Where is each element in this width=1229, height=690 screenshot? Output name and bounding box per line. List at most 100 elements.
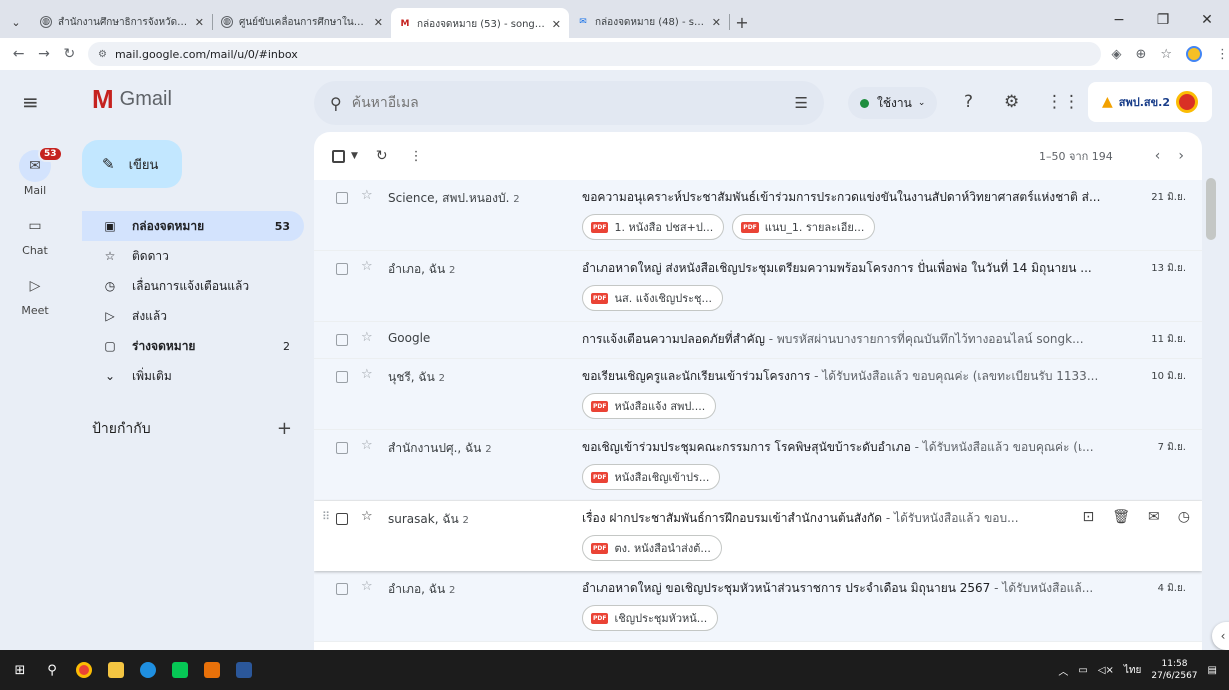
search-input[interactable] bbox=[351, 95, 795, 111]
sidebar-item-snoozed[interactable]: ◷ เลื่อนการแจ้งเตือนแล้ว bbox=[82, 271, 304, 301]
url-field[interactable]: ⚙ mail.google.com/mail/u/0/#inbox bbox=[87, 42, 1102, 66]
windows-start-icon[interactable]: ⊞ bbox=[4, 650, 36, 690]
attachment-chip[interactable]: PDF เชิญประชุมหัวหน้... bbox=[582, 605, 719, 631]
close-window-icon[interactable]: ✕ bbox=[1185, 6, 1229, 34]
row-checkbox[interactable] bbox=[336, 334, 348, 346]
row-checkbox[interactable] bbox=[336, 442, 348, 454]
forward-icon[interactable]: → bbox=[31, 46, 56, 62]
mark-unread-icon[interactable]: ✉ bbox=[1148, 509, 1160, 525]
star-icon[interactable]: ☆ bbox=[361, 367, 373, 382]
email-list-scrollbar[interactable] bbox=[1206, 178, 1216, 650]
volume-icon[interactable]: ◁× bbox=[1098, 665, 1114, 676]
row-checkbox[interactable] bbox=[336, 192, 348, 204]
sidebar-item-more[interactable]: ⌄ เพิ่มเติม bbox=[82, 361, 304, 391]
close-tab-icon[interactable]: ✕ bbox=[712, 16, 721, 29]
sidebar-item-inbox[interactable]: ▣ กล่องจดหมาย 53 bbox=[82, 211, 304, 241]
select-dropdown-icon[interactable]: ▼ bbox=[351, 151, 358, 161]
settings-gear-icon[interactable]: ⚙ bbox=[1004, 92, 1019, 112]
browser-tab[interactable]: ◍ ศูนย์ขับเคลื่อนการศึกษาในจังหวัดยะลา ✕ bbox=[213, 8, 391, 36]
more-options-icon[interactable]: ⋮ bbox=[410, 149, 423, 164]
email-row[interactable]: ☆ อำเภอ, ฉัน 2 อำเภอหาดใหญ่ ส่งหนังสือเชิญ… bbox=[314, 251, 1202, 322]
line-icon[interactable] bbox=[164, 650, 196, 690]
taskbar-search-icon[interactable]: ⚲ bbox=[36, 650, 68, 690]
chrome-icon[interactable] bbox=[68, 650, 100, 690]
rail-meet[interactable]: ▷ Meet bbox=[0, 270, 70, 317]
reload-icon[interactable]: ↻ bbox=[57, 46, 82, 62]
delete-icon[interactable]: 🗑 bbox=[1112, 509, 1130, 525]
gsa-app-icon[interactable] bbox=[196, 650, 228, 690]
close-tab-icon[interactable]: ✕ bbox=[195, 16, 204, 29]
row-checkbox[interactable] bbox=[336, 371, 348, 383]
network-icon[interactable]: ▭ bbox=[1078, 665, 1087, 676]
tab-search-icon[interactable]: ⌄ bbox=[0, 8, 32, 36]
star-icon[interactable]: ☆ bbox=[361, 259, 373, 274]
browser-tab-active[interactable]: M กล่องจดหมาย (53) - songkhla2@ ✕ bbox=[391, 8, 569, 40]
word-icon[interactable] bbox=[228, 650, 260, 690]
account-brand[interactable]: ▲ สพป.สข.2 bbox=[1088, 82, 1212, 122]
apps-grid-icon[interactable]: ⋮⋮ bbox=[1046, 92, 1080, 112]
email-row[interactable]: ☆ อำเภอ, ฉัน 2 อำเภอหาดใหญ่ ขอเชิญประชุมหั… bbox=[314, 571, 1202, 642]
profile-avatar[interactable] bbox=[1186, 46, 1203, 62]
drag-handle-icon[interactable]: ⠿ bbox=[322, 510, 330, 523]
next-page-icon[interactable]: › bbox=[1178, 148, 1184, 164]
attachment-chip[interactable]: PDF หนังสือแจ้ง สพป.... bbox=[582, 393, 717, 419]
new-tab-button[interactable]: + bbox=[730, 13, 754, 32]
address-bar: ← → ↻ ⚙ mail.google.com/mail/u/0/#inbox … bbox=[0, 38, 1229, 70]
prev-page-icon[interactable]: ‹ bbox=[1155, 148, 1161, 164]
row-checkbox[interactable] bbox=[336, 583, 348, 595]
bookmark-star-icon[interactable]: ☆ bbox=[1160, 47, 1172, 62]
file-explorer-icon[interactable] bbox=[100, 650, 132, 690]
attachment-chip[interactable]: PDF ตง. หนังสือนำส่งต้... bbox=[582, 535, 722, 561]
email-row[interactable]: ☆ นุชรี, ฉัน 2 ขอเรียนเชิญครูและนักเรียนเข… bbox=[314, 359, 1202, 430]
rail-chat[interactable]: ▭ Chat bbox=[0, 210, 70, 257]
status-dropdown[interactable]: ใช้งาน ⌄ bbox=[848, 87, 938, 119]
rail-mail[interactable]: ✉ 53 Mail bbox=[0, 146, 70, 197]
compose-button[interactable]: ✎ เขียน bbox=[82, 140, 182, 188]
gmail-logo[interactable]: M Gmail bbox=[92, 84, 172, 115]
snooze-icon[interactable]: ◷ bbox=[1178, 509, 1190, 525]
input-language[interactable]: ไทย bbox=[1124, 663, 1141, 678]
edge-icon[interactable] bbox=[132, 650, 164, 690]
sidebar-item-sent[interactable]: ▷ ส่งแล้ว bbox=[82, 301, 304, 331]
email-row[interactable]: ☆ Science, สพป.หนองบั. 2 ขอความอนุเคราะห์ป… bbox=[314, 180, 1202, 251]
sidebar-item-drafts[interactable]: ▢ ร่างจดหมาย 2 bbox=[82, 331, 304, 361]
attachment-chip[interactable]: PDF นส. แจ้งเชิญประชุ... bbox=[582, 285, 723, 311]
browser-menu-icon[interactable]: ⋮ bbox=[1216, 47, 1229, 62]
archive-icon[interactable]: ⊡ bbox=[1083, 509, 1095, 525]
row-checkbox[interactable] bbox=[336, 263, 348, 275]
star-icon[interactable]: ☆ bbox=[361, 188, 373, 203]
email-row[interactable]: ☆ สำนักงานปศุ., ฉัน 2 ขอเชิญเข้าร่วมประชุม… bbox=[314, 430, 1202, 501]
minimize-icon[interactable]: − bbox=[1097, 6, 1141, 34]
close-tab-icon[interactable]: ✕ bbox=[374, 16, 383, 29]
close-tab-icon[interactable]: ✕ bbox=[552, 18, 561, 31]
main-menu-icon[interactable]: ≡ bbox=[22, 90, 39, 114]
row-checkbox[interactable] bbox=[336, 513, 348, 525]
attachment-chip[interactable]: PDF 1. หนังสือ ปชส+ป... bbox=[582, 214, 725, 240]
restore-icon[interactable]: ❐ bbox=[1141, 6, 1185, 34]
sidebar-item-starred[interactable]: ☆ ติดดาว bbox=[82, 241, 304, 271]
site-info-icon[interactable]: ⚙ bbox=[98, 49, 107, 60]
notifications-icon[interactable]: ▤ bbox=[1208, 665, 1217, 676]
select-all-checkbox[interactable] bbox=[332, 149, 345, 163]
search-icon[interactable]: ⚲ bbox=[330, 94, 342, 113]
star-icon[interactable]: ☆ bbox=[361, 579, 373, 594]
eye-icon[interactable]: ◈ bbox=[1111, 47, 1121, 62]
browser-tab[interactable]: ◍ สำนักงานศึกษาธิการจังหวัดสงขลา ✕ bbox=[32, 8, 212, 36]
browser-tab[interactable]: ✉ กล่องจดหมาย (48) - saraban@sk ✕ bbox=[569, 8, 729, 36]
star-icon[interactable]: ☆ bbox=[361, 509, 373, 524]
zoom-icon[interactable]: ⊕ bbox=[1135, 47, 1146, 62]
scrollbar-thumb[interactable] bbox=[1206, 178, 1216, 240]
attachment-chip[interactable]: PDF หนังสือเชิญเข้าปร... bbox=[582, 464, 721, 490]
back-icon[interactable]: ← bbox=[6, 46, 31, 62]
email-row[interactable]: ⠿ ☆ surasak, ฉัน 2 เรื่อง ฝากประชาสัมพันธ์ก… bbox=[314, 501, 1202, 571]
help-icon[interactable]: ? bbox=[964, 92, 973, 112]
clock[interactable]: 11:58 27/6/2567 bbox=[1151, 658, 1197, 682]
email-row[interactable]: ☆ Google การแจ้งเตือนความปลอดภัยที่สำคัญ … bbox=[314, 322, 1202, 359]
add-label-button[interactable]: + bbox=[277, 418, 292, 440]
star-icon[interactable]: ☆ bbox=[361, 330, 373, 345]
refresh-icon[interactable]: ↻ bbox=[376, 148, 388, 164]
attachment-chip[interactable]: PDF แนบ_1. รายละเอีย... bbox=[732, 214, 876, 240]
search-options-icon[interactable]: ☰ bbox=[795, 94, 808, 112]
tray-overflow-icon[interactable]: ︿ bbox=[1058, 663, 1068, 678]
star-icon[interactable]: ☆ bbox=[361, 438, 373, 453]
